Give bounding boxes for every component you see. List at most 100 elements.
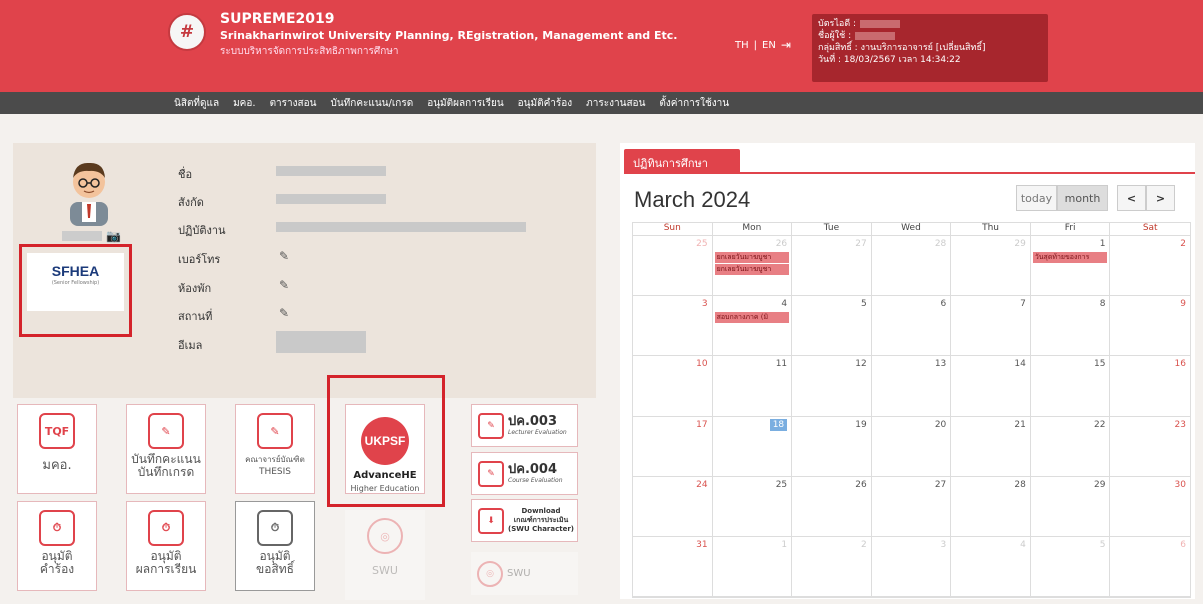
calendar-event[interactable]: ยกเลยวันมาฆบูชา bbox=[714, 264, 790, 275]
calendar-day-cell[interactable]: 30 bbox=[1110, 477, 1190, 537]
calendar-day-cell[interactable]: 31 bbox=[633, 536, 713, 597]
calendar-day-cell[interactable]: 8 bbox=[1030, 296, 1111, 357]
calendar-day-cell[interactable]: 3 bbox=[633, 296, 713, 357]
username-label: ชื่อผู้ใช้ : bbox=[818, 31, 852, 41]
tablet-icon: ✎ bbox=[478, 412, 504, 439]
calendar-day-cell[interactable]: 12 bbox=[792, 356, 872, 417]
calendar-day-cell[interactable]: 27 bbox=[792, 236, 872, 297]
calendar-day-cell[interactable]: 29 bbox=[951, 236, 1031, 297]
calendar-day-cell[interactable]: 10 bbox=[633, 356, 713, 417]
calendar-day-cell[interactable]: 28 bbox=[871, 236, 952, 297]
swu-seal-icon: ◎ bbox=[477, 560, 503, 587]
camera-icon[interactable]: 📷 bbox=[106, 229, 121, 243]
edit-phone-icon[interactable]: ✎ bbox=[279, 249, 289, 263]
download-line3: (SWU Character) bbox=[508, 525, 574, 533]
nav-item-settings[interactable]: ตั้งค่าการใช้งาน bbox=[659, 96, 729, 111]
month-button[interactable]: month bbox=[1057, 185, 1108, 211]
tile-tqf[interactable]: TQF มคอ. bbox=[17, 404, 97, 494]
redacted-value bbox=[276, 166, 386, 176]
calendar-event[interactable]: สอบกลางภาค (มิ bbox=[714, 312, 790, 324]
edit-location-icon[interactable]: ✎ bbox=[279, 306, 289, 320]
calendar-day-cell[interactable]: 5 bbox=[792, 296, 872, 357]
redacted-value bbox=[276, 222, 526, 232]
calendar-day-cell[interactable]: 22 bbox=[1030, 416, 1111, 477]
calendar-day-cell[interactable]: 29 bbox=[1030, 476, 1111, 537]
field-row: สังกัด bbox=[178, 193, 538, 211]
tile-approve-rights[interactable]: ⏱ อนุมัติ ขอสิทธิ์ bbox=[235, 501, 315, 591]
calendar-event[interactable]: ยกเลยวันมาฆบูชา bbox=[714, 252, 790, 263]
tile-record-grades[interactable]: ✎ บันทึกคะแนน บันทึกเกรด bbox=[126, 404, 206, 494]
calendar-day-cell[interactable]: 21 bbox=[951, 416, 1031, 477]
calendar-day-cell[interactable]: 27 bbox=[871, 476, 952, 537]
calendar-day-cell[interactable]: 26 bbox=[792, 476, 872, 537]
calendar-day-cell[interactable]: 6 bbox=[1110, 537, 1190, 597]
calendar-day-cell[interactable]: 4 สอบกลางภาค (มิ bbox=[712, 296, 793, 357]
field-row: ชื่อ bbox=[178, 165, 538, 183]
day-number: 3 bbox=[701, 299, 708, 310]
calendar-day-cell[interactable]: 16 bbox=[1110, 356, 1190, 417]
calendar-day-cell[interactable]: 2 bbox=[792, 536, 872, 597]
calendar-day-cell[interactable]: 18 bbox=[712, 416, 793, 477]
calendar-day-cell[interactable]: 9 bbox=[1110, 296, 1190, 357]
calendar-day-cell[interactable]: 28 bbox=[951, 476, 1031, 537]
tab-academic-calendar[interactable]: ปฏิทินการศึกษา bbox=[624, 149, 740, 172]
day-number: 11 bbox=[775, 359, 788, 370]
app-title: SUPREME2019 bbox=[220, 11, 335, 27]
user-group[interactable]: กลุ่มสิทธิ์ : งานบริการอาจารย์ [เปลี่ยนส… bbox=[818, 42, 1042, 54]
next-month-button[interactable]: > bbox=[1146, 185, 1175, 211]
tile-thesis[interactable]: ✎ คณาจารย์บัณฑิต THESIS bbox=[235, 404, 315, 494]
calendar-day-cell[interactable]: 15 bbox=[1030, 356, 1111, 417]
tab-underline bbox=[624, 172, 1195, 174]
calendar-day-cell[interactable]: 2 bbox=[1110, 236, 1190, 297]
weekday-tue: Tue bbox=[792, 223, 872, 235]
calendar-day-cell[interactable]: 1 bbox=[712, 536, 793, 597]
user-datetime: วันที่ : 18/03/2567 เวลา 14:34:22 bbox=[818, 55, 961, 65]
nav-item-approve-results[interactable]: อนุมัติผลการเรียน bbox=[427, 96, 503, 111]
calendar-event[interactable]: วันสุดท้ายของการ bbox=[1032, 252, 1108, 263]
lang-en-link[interactable]: EN bbox=[762, 40, 776, 51]
logout-icon[interactable]: ⇥ bbox=[781, 38, 791, 52]
calendar-day-cell[interactable]: 13 bbox=[871, 356, 952, 417]
pk004-title: ปค.004 bbox=[508, 462, 558, 477]
calendar-day-cell[interactable]: 24 bbox=[633, 476, 713, 537]
calendar-day-cell[interactable]: 11 bbox=[712, 356, 793, 417]
tile-label: คำร้อง bbox=[39, 562, 75, 576]
nav-item-approve-requests[interactable]: อนุมัติคำร้อง bbox=[518, 96, 573, 111]
tile-approve-results[interactable]: ⏱ อนุมัติ ผลการเรียน bbox=[126, 501, 206, 591]
tile-approve-request[interactable]: ⏱ อนุมัติ คำร้อง bbox=[17, 501, 97, 591]
calendar-day-cell[interactable]: 20 bbox=[871, 416, 952, 477]
university-logo[interactable]: # bbox=[168, 13, 206, 51]
day-number: 2 bbox=[860, 539, 867, 550]
nav-item-grades[interactable]: บันทึกคะแนน/เกรด bbox=[331, 96, 414, 111]
nav-item-teaching-load[interactable]: ภาระงานสอน bbox=[586, 96, 645, 111]
main-navbar: นิสิตที่ดูแล มคอ. ตารางสอน บันทึกคะแนน/เ… bbox=[0, 92, 1203, 114]
download-text: Download เกณฑ์การประเมิน (SWU Character) bbox=[508, 507, 574, 534]
calendar-day-cell[interactable]: 26 ยกเลยวันมาฆบูชา ยกเลยวันมาฆบูชา bbox=[712, 236, 793, 297]
nav-item-students[interactable]: นิสิตที่ดูแล bbox=[174, 96, 219, 111]
calendar-day-cell[interactable]: 5 bbox=[1030, 536, 1111, 597]
calendar-day-cell[interactable]: 17 bbox=[633, 416, 713, 477]
tile-pk004[interactable]: ✎ ปค.004 Course Evaluation bbox=[471, 452, 578, 495]
calendar-day-cell[interactable]: 1 วันสุดท้ายของการ bbox=[1030, 236, 1111, 297]
field-row: อีเมล bbox=[178, 331, 538, 354]
calendar-day-cell[interactable]: 6 bbox=[871, 296, 952, 357]
day-number: 1 bbox=[781, 539, 788, 550]
nav-item-tqf[interactable]: มคอ. bbox=[233, 96, 255, 111]
day-number: 25 bbox=[775, 479, 788, 490]
calendar-day-cell[interactable]: 23 bbox=[1110, 417, 1190, 477]
calendar-day-cell[interactable]: 25 bbox=[712, 476, 793, 537]
calendar-day-cell[interactable]: 3 bbox=[871, 536, 952, 597]
calendar-day-cell[interactable]: 4 bbox=[951, 536, 1031, 597]
calendar-day-cell[interactable]: 19 bbox=[792, 416, 872, 477]
tile-pk003[interactable]: ✎ ปค.003 Lecturer Evaluation bbox=[471, 404, 578, 447]
nav-item-schedule[interactable]: ตารางสอน bbox=[270, 96, 317, 111]
calendar-day-cell[interactable]: 7 bbox=[951, 296, 1031, 357]
prev-month-button[interactable]: < bbox=[1117, 185, 1146, 211]
today-button[interactable]: today bbox=[1016, 185, 1057, 211]
calendar-day-cell[interactable]: 25 bbox=[633, 236, 713, 297]
calendar-day-cell[interactable]: 14 bbox=[951, 356, 1031, 417]
lang-th-link[interactable]: TH bbox=[735, 40, 749, 51]
tile-download-criteria[interactable]: ⬇ Download เกณฑ์การประเมิน (SWU Characte… bbox=[471, 499, 578, 542]
edit-room-icon[interactable]: ✎ bbox=[279, 278, 289, 292]
field-label-email: อีเมล bbox=[178, 339, 203, 352]
